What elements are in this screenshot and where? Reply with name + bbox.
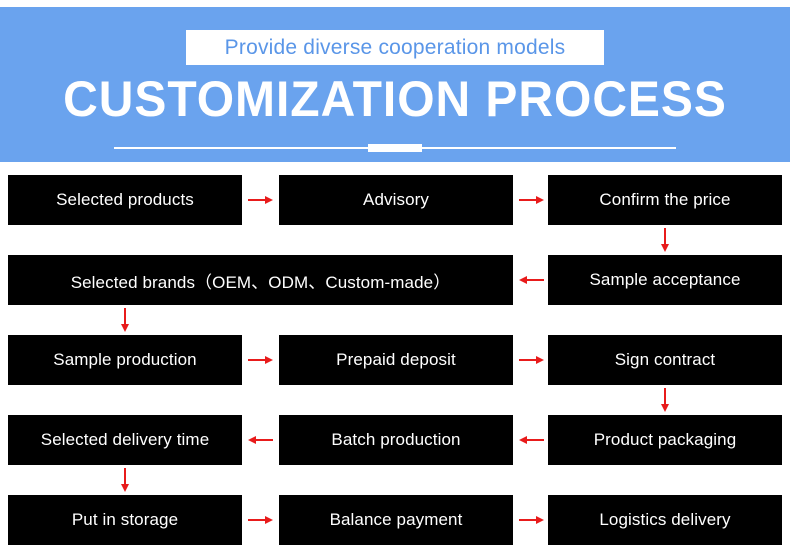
process-node-label: Batch production	[331, 430, 461, 449]
process-node-logistics-delivery[interactable]: Logistics delivery	[548, 495, 782, 545]
subtitle-text: Provide diverse cooperation models	[224, 35, 566, 59]
arrow-sample-production-to-prepaid-deposit	[248, 352, 273, 368]
title-divider-tab	[368, 144, 422, 152]
arrow-batch-production-to-selected-delivery-time	[248, 432, 273, 448]
process-node-prepaid-deposit[interactable]: Prepaid deposit	[279, 335, 513, 385]
arrow-prepaid-deposit-to-sign-contract	[519, 352, 544, 368]
process-node-sample-acceptance[interactable]: Sample acceptance	[548, 255, 782, 305]
process-node-selected-delivery-time[interactable]: Selected delivery time	[8, 415, 242, 465]
process-node-sample-production[interactable]: Sample production	[8, 335, 242, 385]
arrow-put-in-storage-to-balance-payment	[248, 512, 273, 528]
subtitle-box: Provide diverse cooperation models	[186, 30, 604, 65]
process-node-balance-payment[interactable]: Balance payment	[279, 495, 513, 545]
process-node-confirm-the-price[interactable]: Confirm the price	[548, 175, 782, 225]
arrow-selected-delivery-time-to-put-in-storage	[117, 468, 133, 492]
page-title: CUSTOMIZATION PROCESS	[63, 71, 727, 127]
process-node-label: Selected products	[56, 190, 194, 209]
arrow-selected-products-to-advisory	[248, 192, 273, 208]
process-node-batch-production[interactable]: Batch production	[279, 415, 513, 465]
process-node-sign-contract[interactable]: Sign contract	[548, 335, 782, 385]
process-node-put-in-storage[interactable]: Put in storage	[8, 495, 242, 545]
process-node-product-packaging[interactable]: Product packaging	[548, 415, 782, 465]
process-node-label: Prepaid deposit	[336, 350, 456, 369]
process-node-label: Advisory	[363, 190, 429, 209]
process-node-label: Sample production	[53, 350, 197, 369]
process-node-label: Selected brands（OEM、ODM、Custom-made）	[70, 272, 451, 292]
arrow-sample-acceptance-to-selected-brands	[519, 272, 544, 288]
arrow-product-packaging-to-batch-production	[519, 432, 544, 448]
process-node-label: Put in storage	[71, 510, 179, 529]
process-node-label: Sign contract	[614, 350, 716, 369]
arrow-sign-contract-to-product-packaging	[657, 388, 673, 412]
process-node-label: Balance payment	[329, 510, 463, 529]
arrow-confirm-the-price-to-sample-acceptance	[657, 228, 673, 252]
process-node-label: Sample acceptance	[589, 270, 741, 289]
arrow-advisory-to-confirm-the-price	[519, 192, 544, 208]
process-node-label: Logistics delivery	[599, 510, 731, 529]
arrow-selected-brands-to-sample-production	[117, 308, 133, 332]
process-flow-diagram: Selected products Advisory Confirm the pri…	[0, 162, 790, 560]
process-node-advisory[interactable]: Advisory	[279, 175, 513, 225]
process-node-label: Confirm the price	[599, 190, 731, 209]
arrow-balance-payment-to-logistics-delivery	[519, 512, 544, 528]
header-banner: Provide diverse cooperation models CUSTO…	[0, 7, 790, 162]
process-node-label: Selected delivery time	[40, 430, 210, 449]
process-node-label: Product packaging	[593, 430, 737, 449]
process-node-selected-products[interactable]: Selected products	[8, 175, 242, 225]
process-node-selected-brands[interactable]: Selected brands（OEM、ODM、Custom-made）	[8, 255, 513, 305]
